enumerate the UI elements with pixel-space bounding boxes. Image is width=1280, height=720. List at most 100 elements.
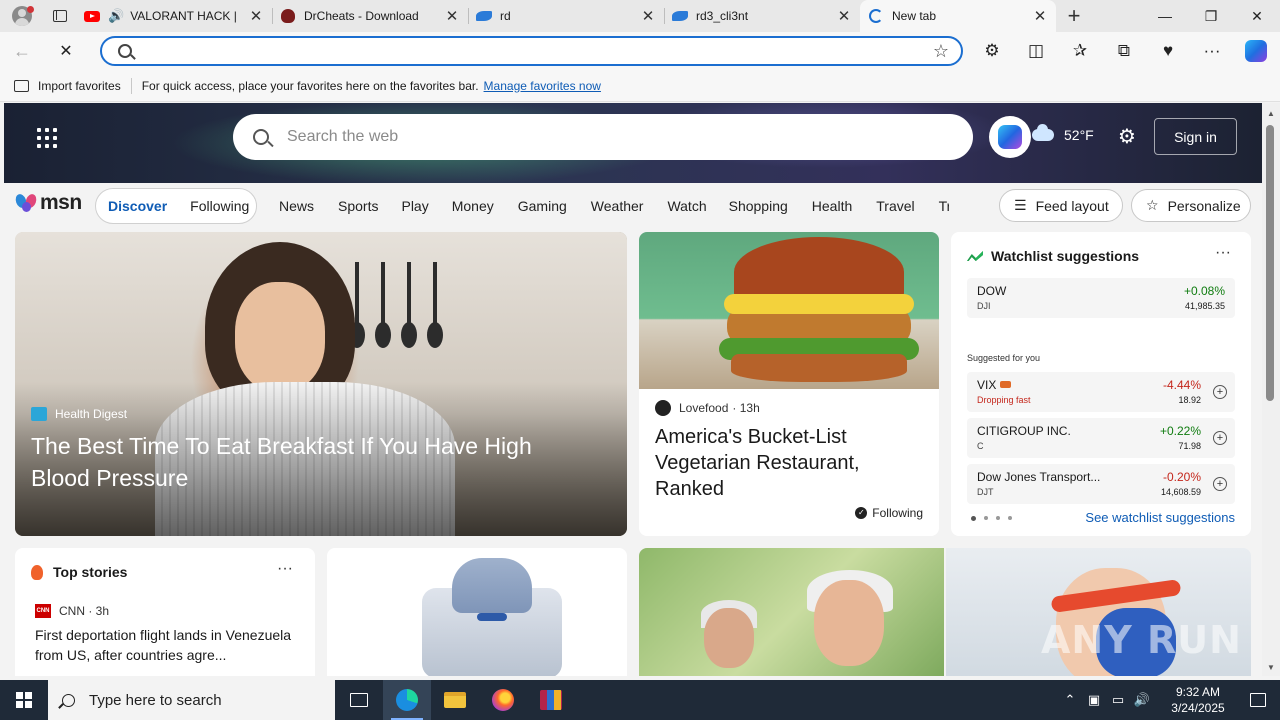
more-menu-icon[interactable]: ··· xyxy=(1190,32,1234,70)
taskbar-edge[interactable] xyxy=(383,680,431,720)
stock-symbol: VIX xyxy=(977,378,1012,392)
tab-drcheats[interactable]: DrCheats - Download ✕ xyxy=(272,0,468,32)
stock-ticker: DJI xyxy=(977,301,991,311)
article-source[interactable]: Health Digest xyxy=(31,407,127,421)
close-tab-icon[interactable]: ✕ xyxy=(836,7,852,25)
more-options-icon[interactable]: ··· xyxy=(277,560,293,578)
taskbar-search-box[interactable]: Type here to search xyxy=(48,680,335,720)
tab-following[interactable]: Following xyxy=(180,198,249,214)
app-launcher-icon[interactable] xyxy=(37,128,57,148)
category-weather[interactable]: Weather xyxy=(591,198,644,214)
minimize-icon[interactable]: — xyxy=(1142,0,1188,32)
tab-new-tab[interactable]: New tab ✕ xyxy=(860,0,1056,32)
following-button[interactable]: ✓ Following xyxy=(855,506,923,520)
import-icon xyxy=(14,79,29,92)
anyrun-watermark: ANY RUN xyxy=(1041,618,1242,662)
hero-headline[interactable]: The Best Time To Eat Breakfast If You Ha… xyxy=(31,430,591,494)
notification-button[interactable] xyxy=(1236,693,1280,707)
personalize-button[interactable]: ☆ Personalize xyxy=(1131,189,1251,222)
category-money[interactable]: Money xyxy=(452,198,494,214)
address-bar[interactable]: ☆ xyxy=(100,36,963,66)
restore-icon[interactable]: ❐ xyxy=(1188,0,1234,32)
tab-rd[interactable]: rd ✕ xyxy=(468,0,664,32)
msn-logo[interactable]: msn xyxy=(13,191,82,215)
article-image-athlete[interactable]: ANY RUN xyxy=(946,548,1251,676)
category-truncated[interactable]: Tra xyxy=(939,198,949,214)
favorites-icon[interactable]: ✰ xyxy=(1058,32,1102,70)
carousel-dots[interactable] xyxy=(971,516,1012,521)
category-sports[interactable]: Sports xyxy=(338,198,378,214)
article-headline[interactable]: America's Bucket-List Vegetarian Restaur… xyxy=(655,424,925,502)
tab-rd3-client[interactable]: rd3_cli3nt ✕ xyxy=(664,0,860,32)
network-icon[interactable]: ▭ xyxy=(1106,692,1130,708)
taskbar-firefox[interactable] xyxy=(479,680,527,720)
category-watch[interactable]: Watch xyxy=(667,198,706,214)
taskbar-file-explorer[interactable] xyxy=(431,680,479,720)
volume-icon[interactable]: 🔊 xyxy=(1130,692,1154,708)
gear-icon[interactable]: ⚙ xyxy=(1116,126,1138,148)
web-search-input[interactable] xyxy=(287,128,973,146)
article-card-lovefood[interactable]: Lovefood · 13h America's Bucket-List Veg… xyxy=(639,232,939,536)
back-button[interactable]: ← xyxy=(0,32,44,70)
add-to-watchlist-icon[interactable]: + xyxy=(1213,477,1227,491)
taskbar-winrar[interactable] xyxy=(527,680,575,720)
feed-layout-button[interactable]: ☰ Feed layout xyxy=(999,189,1123,222)
article-headline[interactable]: First deportation flight lands in Venezu… xyxy=(35,625,305,665)
close-window-icon[interactable]: ✕ xyxy=(1234,0,1280,32)
stop-loading-button[interactable]: ✕ xyxy=(44,32,88,70)
category-news[interactable]: News xyxy=(279,198,314,214)
weather-widget[interactable]: 52°F xyxy=(1032,124,1094,143)
add-to-watchlist-icon[interactable]: + xyxy=(1213,431,1227,445)
clock[interactable]: 9:32 AM 3/24/2025 xyxy=(1160,684,1236,716)
see-watchlist-link[interactable]: See watchlist suggestions xyxy=(1085,510,1235,525)
web-search-box[interactable] xyxy=(233,114,973,160)
copilot-icon[interactable] xyxy=(1245,40,1267,62)
category-travel[interactable]: Travel xyxy=(876,198,914,214)
stock-row-dow[interactable]: DOW DJI +0.08% 41,985.35 xyxy=(967,278,1235,318)
task-view-button[interactable] xyxy=(335,680,383,720)
split-screen-icon[interactable]: ◫ xyxy=(1014,32,1058,70)
device-icon[interactable]: ▣ xyxy=(1082,692,1106,708)
article-image-seniors[interactable] xyxy=(639,548,944,676)
import-favorites-button[interactable]: Import favorites xyxy=(0,79,131,93)
more-options-icon[interactable]: ··· xyxy=(1215,244,1231,262)
favorite-star-icon[interactable]: ☆ xyxy=(933,41,949,62)
close-tab-icon[interactable]: ✕ xyxy=(248,7,264,25)
stock-row-djt[interactable]: Dow Jones Transport... DJT -0.20% 14,608… xyxy=(967,464,1235,504)
category-shopping[interactable]: Shopping xyxy=(729,198,788,214)
article-source[interactable]: CNN CNN · 3h xyxy=(35,604,109,618)
new-tab-button[interactable]: + xyxy=(1056,0,1092,32)
collections-icon[interactable]: ⧉ xyxy=(1102,32,1146,70)
stock-row-citigroup[interactable]: CITIGROUP INC. C +0.22% 71.98 + xyxy=(967,418,1235,458)
speaker-icon[interactable]: 🔊 xyxy=(108,8,124,24)
product-ad-card[interactable] xyxy=(327,548,627,676)
profile-button[interactable] xyxy=(0,0,44,32)
category-gaming[interactable]: Gaming xyxy=(518,198,567,214)
close-tab-icon[interactable]: ✕ xyxy=(640,7,656,25)
extensions-icon[interactable]: ⚙ xyxy=(970,32,1014,70)
scroll-up-icon[interactable]: ▲ xyxy=(1267,109,1275,118)
tab-actions-button[interactable] xyxy=(44,0,76,32)
page-scrollbar[interactable]: ▲ ▼ xyxy=(1262,103,1280,676)
stock-change: +0.22% xyxy=(1159,424,1201,438)
close-tab-icon[interactable]: ✕ xyxy=(444,7,460,25)
scroll-down-icon[interactable]: ▼ xyxy=(1267,663,1275,672)
close-tab-icon[interactable]: ✕ xyxy=(1032,7,1048,25)
category-play[interactable]: Play xyxy=(401,198,428,214)
address-input[interactable] xyxy=(142,43,933,59)
tab-valorant[interactable]: 🔊 VALORANT HACK | ✕ xyxy=(76,0,272,32)
add-to-watchlist-icon[interactable]: + xyxy=(1213,385,1227,399)
manage-favorites-link[interactable]: Manage favorites now xyxy=(484,79,601,93)
browser-essentials-icon[interactable]: ♥ xyxy=(1146,32,1190,70)
cnn-logo-icon: CNN xyxy=(35,604,51,618)
hero-article-card[interactable]: Health Digest The Best Time To Eat Break… xyxy=(15,232,627,536)
copilot-button[interactable] xyxy=(989,116,1031,158)
chevron-up-icon[interactable]: ⌃ xyxy=(1058,692,1082,708)
sign-in-button[interactable]: Sign in xyxy=(1154,118,1237,155)
start-button[interactable] xyxy=(0,680,48,720)
scrollbar-thumb[interactable] xyxy=(1266,125,1274,401)
tab-discover[interactable]: Discover xyxy=(96,198,180,214)
category-health[interactable]: Health xyxy=(812,198,852,214)
stock-row-vix[interactable]: VIX Dropping fast -4.44% 18.92 + xyxy=(967,372,1235,412)
article-source[interactable]: Lovefood · 13h xyxy=(655,400,760,416)
